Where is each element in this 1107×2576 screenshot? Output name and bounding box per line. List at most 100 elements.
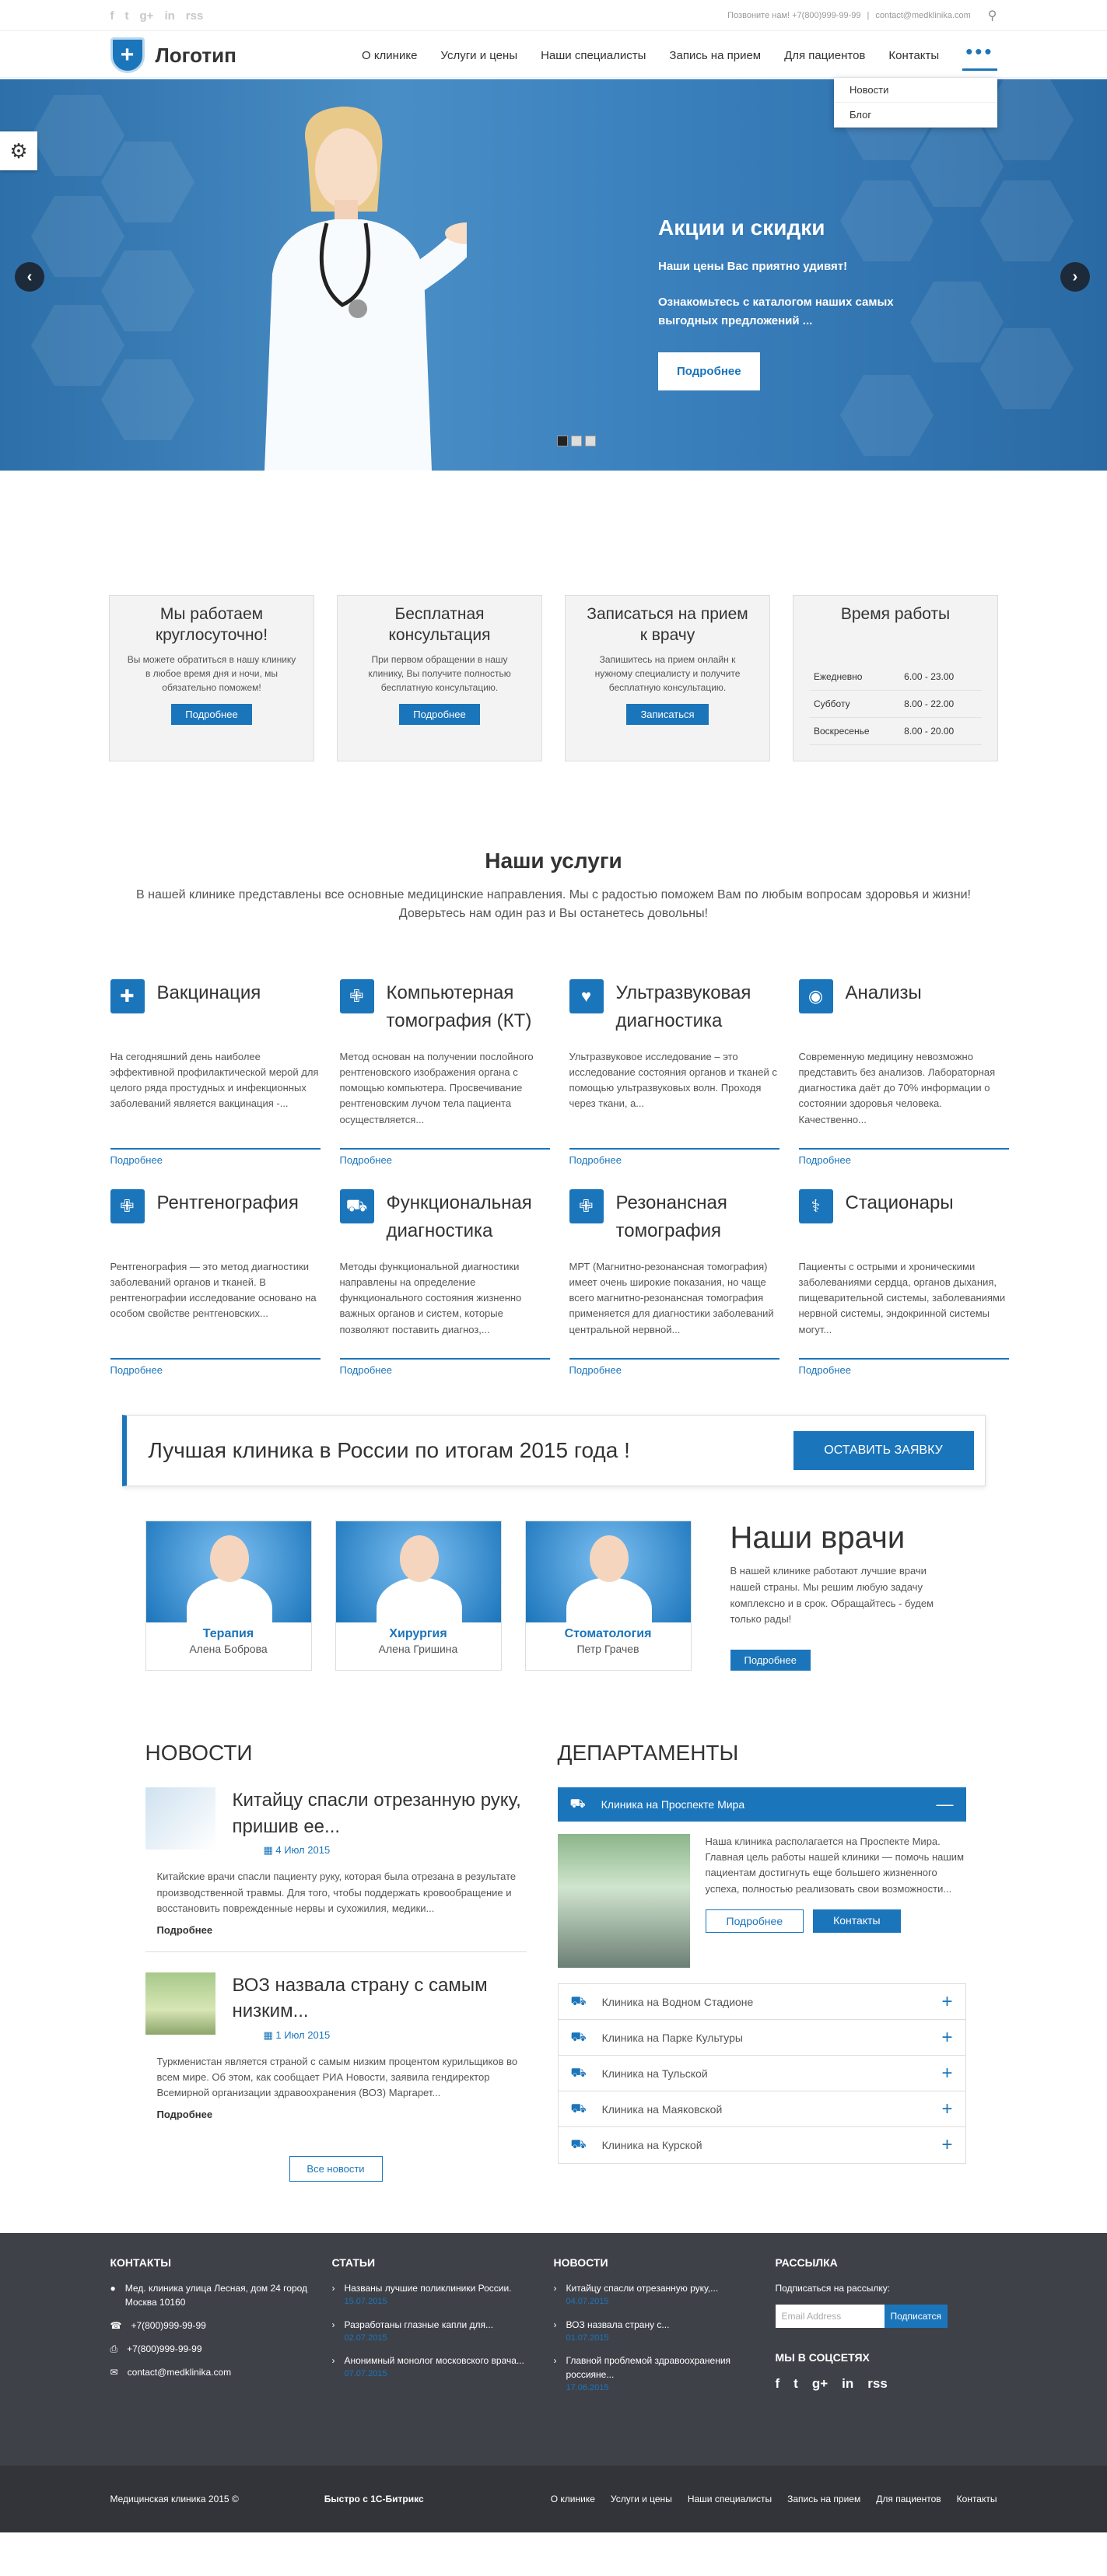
bitrix-badge[interactable]: Быстро с 1С-Битрикс <box>324 2494 424 2504</box>
more-menu-icon[interactable]: ••• <box>962 40 997 71</box>
service-more-link[interactable]: Подробнее <box>110 1148 321 1166</box>
chevron-right-icon: › <box>553 2355 557 2367</box>
footer-nav-patients[interactable]: Для пациентов <box>876 2494 941 2504</box>
department-item-label: Клиника на Парке Культуры <box>601 2031 743 2044</box>
doctor-card[interactable]: Стоматология Петр Грачев <box>524 1521 692 1671</box>
dropdown-item-news[interactable]: Новости <box>834 78 997 103</box>
subscribe-button[interactable]: Подписатся <box>884 2305 948 2329</box>
rss-icon[interactable]: rss <box>186 9 204 23</box>
linkedin-icon[interactable]: in <box>164 9 174 23</box>
news-more-link[interactable]: Подробнее <box>145 2109 527 2120</box>
hours-card: Время работы Ежедневно 6.00 - 23.00 Суббо… <box>793 595 998 761</box>
slider-prev-icon[interactable]: ‹ <box>15 262 44 292</box>
news-image[interactable] <box>145 1972 215 2035</box>
service-title[interactable]: Резонансная томография <box>616 1189 779 1245</box>
settings-gear-icon[interactable]: ⚙ <box>0 131 37 170</box>
dropdown-item-blog[interactable]: Блог <box>834 103 997 128</box>
slider-dot[interactable] <box>585 436 596 446</box>
footer-news-link[interactable]: Главной проблемой здравоохранения россия… <box>566 2355 731 2380</box>
facebook-icon[interactable]: f <box>776 2376 780 2392</box>
department-accordion-open[interactable]: ⛟ Клиника на Проспекте Мира — <box>557 1787 966 1822</box>
department-contacts-button[interactable]: Контакты <box>813 1909 901 1933</box>
email-input[interactable]: Email Address <box>775 2305 885 2329</box>
logo[interactable]: + Логотип <box>110 37 236 73</box>
department-item[interactable]: ⛟ Клиника на Курской + <box>559 2127 965 2163</box>
doctors-more-button[interactable]: Подробнее <box>730 1650 811 1671</box>
department-item-label: Клиника на Тульской <box>601 2067 708 2080</box>
facebook-icon[interactable]: f <box>110 9 114 23</box>
footer-nav-services[interactable]: Услуги и цены <box>611 2494 672 2504</box>
feature-button[interactable]: Записаться <box>626 703 709 725</box>
department-item[interactable]: ⛟ Клиника на Маяковской + <box>558 2091 965 2128</box>
linkedin-icon[interactable]: in <box>842 2376 853 2392</box>
nav-specialists[interactable]: Наши специалисты <box>541 49 646 62</box>
nav-services[interactable]: Услуги и цены <box>440 49 517 62</box>
nav-about[interactable]: О клинике <box>362 49 417 62</box>
feature-button[interactable]: Подробнее <box>171 703 252 725</box>
footer-article-link[interactable]: Названы лучшие поликлиники России. <box>345 2283 512 2294</box>
footer-article-link[interactable]: Анонимный монолог московского врача... <box>345 2355 524 2366</box>
expand-icon[interactable]: + <box>941 2063 952 2084</box>
nav-contacts[interactable]: Контакты <box>888 49 939 62</box>
footer-news-link[interactable]: ВОЗ назвала страну с... <box>566 2319 670 2330</box>
footer-article-link[interactable]: Разработаны глазные капли для... <box>345 2319 494 2330</box>
nav-appointment[interactable]: Запись на прием <box>669 49 761 62</box>
service-title[interactable]: Рентгенография <box>157 1189 299 1217</box>
footer-news-title: НОВОСТИ <box>553 2256 608 2270</box>
nav-patients[interactable]: Для пациентов <box>784 49 865 62</box>
collapse-icon[interactable]: — <box>937 1794 954 1815</box>
slider-dot[interactable] <box>571 436 582 446</box>
google-plus-icon[interactable]: g+ <box>812 2376 828 2392</box>
hours-time: 8.00 - 22.00 <box>899 690 982 719</box>
doctors-title: Наши врачи <box>730 1521 906 1555</box>
department-item[interactable]: ⛟ Клиника на Водном Стадионе + <box>558 1984 965 2021</box>
doctor-name: Алена Гришина <box>378 1643 458 1655</box>
rss-icon[interactable]: rss <box>867 2376 888 2392</box>
feature-button[interactable]: Подробнее <box>399 703 480 725</box>
slider-dot[interactable] <box>557 436 568 446</box>
top-email[interactable]: contact@medklinika.com <box>875 11 970 20</box>
all-news-button[interactable]: Все новости <box>289 2156 383 2182</box>
footer-nav-specialists[interactable]: Наши специалисты <box>688 2494 772 2504</box>
footer-nav-about[interactable]: О клинике <box>551 2494 595 2504</box>
service-title[interactable]: Функциональная диагностика <box>387 1189 550 1245</box>
news-more-link[interactable]: Подробнее <box>145 1924 527 1936</box>
footer-nav-contacts[interactable]: Контакты <box>957 2494 997 2504</box>
department-more-button[interactable]: Подробнее <box>705 1909 804 1933</box>
footer-nav-appointment[interactable]: Запись на прием <box>787 2494 860 2504</box>
doctor-card[interactable]: Терапия Алена Боброва <box>145 1521 312 1671</box>
google-plus-icon[interactable]: g+ <box>140 9 154 23</box>
service-more-link[interactable]: Подробнее <box>798 1148 1009 1166</box>
department-item[interactable]: ⛟ Клиника на Тульской + <box>558 2056 965 2092</box>
search-icon[interactable]: ⚲ <box>988 8 997 23</box>
expand-icon[interactable]: + <box>941 1991 952 2013</box>
footer-email[interactable]: contact@medklinika.com <box>128 2365 232 2379</box>
slider-next-icon[interactable]: › <box>1060 262 1090 292</box>
twitter-icon[interactable]: t <box>125 9 129 23</box>
service-title[interactable]: Анализы <box>846 979 922 1007</box>
service-more-link[interactable]: Подробнее <box>569 1358 779 1376</box>
service-more-link[interactable]: Подробнее <box>110 1358 321 1376</box>
service-more-link[interactable]: Подробнее <box>798 1358 1009 1376</box>
news-image[interactable] <box>145 1787 215 1850</box>
service-more-link[interactable]: Подробнее <box>339 1358 550 1376</box>
service-title[interactable]: Компьютерная томография (КТ) <box>387 979 550 1035</box>
footer-news-link[interactable]: Китайцу спасли отрезанную руку,... <box>566 2283 719 2294</box>
hero-more-button[interactable]: Подробнее <box>658 352 760 390</box>
service-title[interactable]: Вакцинация <box>157 979 261 1007</box>
leave-request-button[interactable]: ОСТАВИТЬ ЗАЯВКУ <box>793 1431 974 1470</box>
service-title[interactable]: Стационары <box>846 1189 954 1217</box>
service-more-link[interactable]: Подробнее <box>569 1148 779 1166</box>
service-title[interactable]: Ультразвуковая диагностика <box>616 979 779 1035</box>
doctor-card[interactable]: Хирургия Алена Гришина <box>335 1521 502 1671</box>
expand-icon[interactable]: + <box>941 2027 952 2049</box>
expand-icon[interactable]: + <box>941 2098 952 2120</box>
news-item-title[interactable]: Китайцу спасли отрезанную руку, пришив е… <box>233 1787 527 1839</box>
medkit-icon: ✙ <box>569 1189 604 1223</box>
news-item-title[interactable]: ВОЗ назвала страну с самым низким... <box>233 1972 527 2025</box>
service-more-link[interactable]: Подробнее <box>339 1148 550 1166</box>
expand-icon[interactable]: + <box>941 2134 952 2156</box>
table-row: Субботу 8.00 - 22.00 <box>809 690 982 719</box>
twitter-icon[interactable]: t <box>793 2376 798 2392</box>
department-item[interactable]: ⛟ Клиника на Парке Культуры + <box>558 2020 965 2056</box>
